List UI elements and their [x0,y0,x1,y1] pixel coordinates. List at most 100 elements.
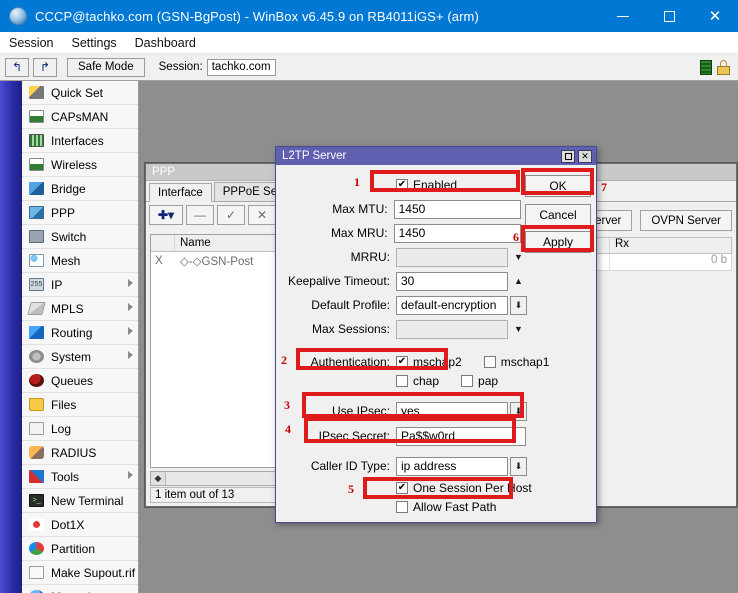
mpls-tag-icon [27,301,46,316]
sidebar-item-ip[interactable]: 255 IP [22,273,138,297]
window-controls: ✕ [600,0,738,32]
sidebar-item-label: Log [51,421,72,436]
one-session-per-host-label: One Session Per Host [413,481,532,495]
sidebar-item-mesh[interactable]: Mesh [22,249,138,273]
ppp-icon [28,205,45,220]
use-ipsec-input[interactable]: yes [396,401,508,421]
sidebar-item-queues[interactable]: Queues [22,369,138,393]
sidebar-item-mpls[interactable]: MPLS [22,297,138,321]
undo-icon[interactable]: ↰ [5,57,29,77]
menu-item-dashboard[interactable]: Dashboard [126,34,205,52]
window-title: CCCP@tachko.com (GSN-BgPost) - WinBox v6… [35,8,479,24]
ovpn-server-button[interactable]: OVPN Server [640,210,732,231]
session-value[interactable]: tachko.com [206,58,276,76]
tab-interface[interactable]: Interface [149,183,212,202]
sidebar-item-bridge[interactable]: Bridge [22,177,138,201]
max-mru-input[interactable]: 1450 [393,223,521,243]
enabled-label: Enabled [413,178,458,192]
row-flag: X [155,254,163,267]
folder-icon [28,397,45,412]
default-profile-label: Default Profile: [311,298,390,312]
sidebar-item-label: Quick Set [51,85,104,100]
maximize-button[interactable] [646,0,692,32]
restore-window-icon[interactable] [561,149,575,163]
keepalive-timeout-input[interactable]: 30 [396,271,508,291]
sidebar-item-wireless[interactable]: Wireless [22,153,138,177]
caller-id-type-label: Caller ID Type: [310,459,390,473]
auth-mschap1-checkbox[interactable] [483,356,496,368]
sidebar-item-capsman[interactable]: CAPsMAN [22,105,138,129]
column-name-label: Name [180,237,211,249]
caller-id-type-dropdown-arrow-icon[interactable]: ⬇ [510,456,527,476]
auth-mschap2-checkbox[interactable]: ✔ [396,356,408,368]
make-supout-icon [28,565,45,580]
use-ipsec-label: Use IPsec: [331,404,390,418]
caller-id-type-input[interactable]: ip address [396,456,508,476]
sidebar-item-new-terminal[interactable]: >_ New Terminal [22,489,138,513]
close-button[interactable]: ✕ [692,0,738,32]
sidebar-item-label: System [51,349,92,364]
window-titlebar: CCCP@tachko.com (GSN-BgPost) - WinBox v6… [0,0,738,32]
max-mru-row: Max MRU: 1450 [276,223,521,243]
remove-minus-icon[interactable]: — [186,205,214,225]
keepalive-spinner-up-icon[interactable]: ▲ [510,272,527,291]
sidebar-item-label: Queues [51,373,94,388]
one-session-per-host-checkbox[interactable]: ✔ [396,482,408,494]
add-plus-icon[interactable]: ✚▾ [149,205,183,225]
disable-cross-icon[interactable]: ✕ [248,205,276,225]
sidebar-item-dot1x[interactable]: Dot1X [22,513,138,537]
sidebar-item-files[interactable]: Files [22,393,138,417]
max-sessions-dropdown-arrow-icon[interactable]: ▼ [510,320,527,339]
allow-fast-path-label: Allow Fast Path [413,500,497,514]
sidebar-item-partition[interactable]: Partition [22,537,138,561]
ipsec-secret-label: IPsec Secret: [318,429,390,443]
enable-check-icon[interactable]: ✓ [217,205,245,225]
l2tp-dialog-controls: ✕ [561,149,596,163]
minimize-button[interactable] [600,0,646,32]
default-profile-dropdown-arrow-icon[interactable]: ⬇ [510,295,527,315]
menu-item-session[interactable]: Session [0,34,62,52]
sidebar-item-tools[interactable]: Tools [22,465,138,489]
chevron-right-icon [128,327,133,335]
sidebar-item-quick-set[interactable]: Quick Set [22,81,138,105]
switch-icon [28,229,45,244]
ipsec-secret-input[interactable]: Pa$$w0rd [396,426,526,446]
sidebar-item-switch[interactable]: Switch [22,225,138,249]
close-window-icon[interactable]: ✕ [578,149,592,163]
mrru-input[interactable] [396,247,508,267]
one-session-per-host-row: ✔ One Session Per Host [276,478,576,498]
auth-chap-label: chap [413,374,440,388]
winbox-app-window: CCCP@tachko.com (GSN-BgPost) - WinBox v6… [0,0,738,593]
use-ipsec-dropdown-arrow-icon[interactable]: ⬇ [510,401,527,421]
max-mtu-input[interactable]: 1450 [393,199,521,219]
enabled-checkbox[interactable]: ✔ [396,179,408,191]
scroll-left-icon[interactable]: ◆ [151,472,166,485]
menu-item-settings[interactable]: Settings [62,34,125,52]
bridge-icon [28,181,45,196]
auth-chap-checkbox[interactable] [396,375,408,387]
redo-icon[interactable]: ↱ [33,57,57,77]
session-label: Session: [158,61,203,73]
mesh-icon [28,253,45,268]
default-profile-input[interactable]: default-encryption [396,295,508,315]
apply-button[interactable]: Apply [525,231,591,253]
sidebar-item-manual[interactable]: ? Manual [22,585,138,593]
sidebar-item-label: Mesh [51,253,81,268]
chevron-right-icon [128,279,133,287]
safe-mode-button[interactable]: Safe Mode [67,57,145,77]
max-sessions-input[interactable] [396,319,508,339]
sidebar-item-routing[interactable]: Routing [22,321,138,345]
sidebar-item-interfaces[interactable]: Interfaces [22,129,138,153]
allow-fast-path-checkbox[interactable] [396,501,408,513]
ok-button[interactable]: OK [525,175,591,197]
sidebar-item-log[interactable]: Log [22,417,138,441]
auth-pap-checkbox[interactable] [461,375,474,387]
cancel-button[interactable]: Cancel [525,204,591,226]
sidebar-item-system[interactable]: System [22,345,138,369]
sidebar-item-radius[interactable]: RADIUS [22,441,138,465]
close-icon: ✕ [708,7,722,25]
sidebar-item-label: CAPsMAN [51,109,109,124]
ipsec-secret-row: IPsec Secret: Pa$$w0rd [276,426,541,446]
sidebar-item-ppp[interactable]: PPP [22,201,138,225]
sidebar-item-make-supout-rif[interactable]: Make Supout.rif [22,561,138,585]
